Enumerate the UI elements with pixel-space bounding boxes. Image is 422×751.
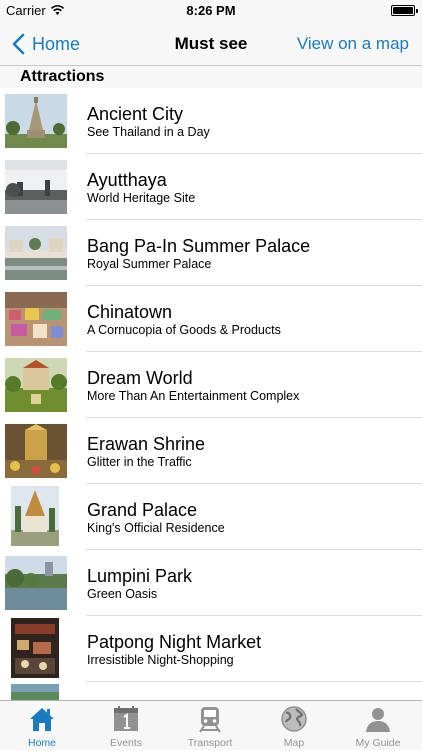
tab-transport[interactable]: Transport xyxy=(168,701,252,751)
attraction-title: Dream World xyxy=(87,368,193,388)
list-item-dream-world[interactable]: Dream World More Than An Entertainment C… xyxy=(0,352,422,418)
chinatown-thumbnail xyxy=(5,292,67,346)
grand-palace-thumbnail xyxy=(11,486,59,546)
ayutthaya-thumbnail xyxy=(5,160,67,214)
battery-icon xyxy=(391,5,418,16)
list-item-lumpini-park[interactable]: Lumpini Park Green Oasis xyxy=(0,550,422,616)
tab-my-guide-label: My Guide xyxy=(355,737,401,749)
list-item-chinatown[interactable]: Chinatown A Cornucopia of Goods & Produc… xyxy=(0,286,422,352)
attraction-subtitle: Royal Summer Palace xyxy=(87,257,212,271)
attraction-subtitle: A Cornucopia of Goods & Products xyxy=(87,323,281,337)
patpong-night-market-thumbnail xyxy=(11,618,59,678)
attraction-title: Ancient City xyxy=(87,104,184,124)
attraction-subtitle: King's Official Residence xyxy=(87,521,225,535)
bang-pa-in-thumbnail xyxy=(5,226,67,280)
attraction-subtitle: Green Oasis xyxy=(87,587,158,601)
tab-transport-label: Transport xyxy=(187,737,233,749)
attraction-title: Lumpini Park xyxy=(87,566,193,586)
attraction-subtitle: Irresistible Night-Shopping xyxy=(87,653,234,667)
erawan-shrine-thumbnail xyxy=(5,424,67,478)
list-item-bang-pa-in[interactable]: Bang Pa-In Summer Palace Royal Summer Pa… xyxy=(0,220,422,286)
tab-events-label: Events xyxy=(109,737,143,749)
calendar-icon xyxy=(114,706,138,731)
attraction-subtitle: Glitter in the Traffic xyxy=(87,455,192,469)
tab-home-label: Home xyxy=(27,737,56,749)
list-item-patpong-night-market[interactable]: Patpong Night Market Irresistible Night-… xyxy=(0,616,422,682)
attraction-subtitle: See Thailand in a Day xyxy=(87,125,210,139)
tab-home[interactable]: Home xyxy=(0,701,84,751)
attraction-title: Erawan Shrine xyxy=(87,434,206,454)
section-header: Attractions xyxy=(0,66,422,88)
attraction-title: Chinatown xyxy=(87,302,173,322)
navigation-bar: Home Must see View on a map xyxy=(0,22,422,66)
attraction-title: Grand Palace xyxy=(87,500,198,520)
tab-my-guide[interactable]: My Guide xyxy=(336,701,420,751)
dream-world-thumbnail xyxy=(5,358,67,412)
attraction-title: Patpong Night Market xyxy=(87,632,262,652)
attraction-title: Bang Pa-In Summer Palace xyxy=(87,236,311,256)
lumpini-park-thumbnail xyxy=(5,556,67,610)
globe-icon xyxy=(281,706,307,732)
tab-bar: Home Events Transport Map My Guide xyxy=(0,700,422,750)
attraction-subtitle: World Heritage Site xyxy=(87,191,196,205)
section-title: Attractions xyxy=(20,68,105,85)
list-item-erawan-shrine[interactable]: Erawan Shrine Glitter in the Traffic xyxy=(0,418,422,484)
attraction-title: Ayutthaya xyxy=(87,170,167,190)
list-item-partial[interactable] xyxy=(0,682,422,700)
tab-map[interactable]: Map xyxy=(252,701,336,751)
person-icon xyxy=(366,708,390,732)
train-icon xyxy=(199,707,221,733)
attraction-subtitle: More Than An Entertainment Complex xyxy=(87,389,300,403)
status-bar: Carrier 8:26 PM xyxy=(0,0,422,22)
clock: 8:26 PM xyxy=(186,3,236,18)
list-item-ayutthaya[interactable]: Ayutthaya World Heritage Site xyxy=(0,154,422,220)
tab-map-label: Map xyxy=(283,737,305,749)
attractions-list[interactable]: Ancient City See Thailand in a Day Ayutt… xyxy=(0,88,422,700)
house-icon xyxy=(30,708,54,731)
tab-events[interactable]: Events xyxy=(84,701,168,751)
ancient-city-thumbnail xyxy=(5,94,67,148)
list-item-ancient-city[interactable]: Ancient City See Thailand in a Day xyxy=(0,88,422,154)
list-item-grand-palace[interactable]: Grand Palace King's Official Residence xyxy=(0,484,422,550)
partial-row-thumbnail xyxy=(11,684,59,700)
view-on-map-button[interactable]: View on a map xyxy=(297,34,409,54)
